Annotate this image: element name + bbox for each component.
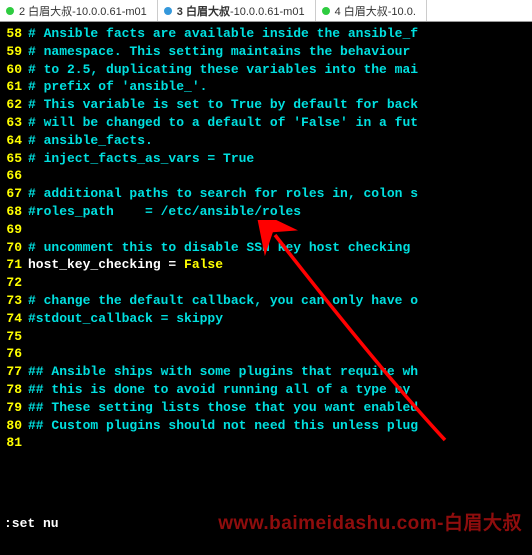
code-content: # ansible_facts. <box>28 132 153 150</box>
code-content: # prefix of 'ansible_'. <box>28 78 207 96</box>
line-number: 79 <box>0 399 28 417</box>
code-line[interactable]: 65# inject_facts_as_vars = True <box>0 150 532 168</box>
code-line[interactable]: 80## Custom plugins should not need this… <box>0 417 532 435</box>
code-line[interactable]: 81 <box>0 434 532 452</box>
code-line[interactable]: 72 <box>0 274 532 292</box>
code-content: ## Custom plugins should not need this u… <box>28 417 418 435</box>
code-content: #stdout_callback = skippy <box>28 310 223 328</box>
line-number: 81 <box>0 434 28 452</box>
code-content: # change the default callback, you can o… <box>28 292 418 310</box>
code-line[interactable]: 79## These setting lists those that you … <box>0 399 532 417</box>
code-line[interactable]: 70# uncomment this to disable SSH key ho… <box>0 239 532 257</box>
tab-0[interactable]: 2 白眉大叔-10.0.0.61-m01 <box>0 0 158 21</box>
line-number: 77 <box>0 363 28 381</box>
code-content: # uncomment this to disable SSH key host… <box>28 239 410 257</box>
code-line[interactable]: 61# prefix of 'ansible_'. <box>0 78 532 96</box>
line-number: 59 <box>0 43 28 61</box>
tab-1[interactable]: 3 白眉大叔-10.0.0.61-m01 <box>158 0 316 21</box>
code-line[interactable]: 59# namespace. This setting maintains th… <box>0 43 532 61</box>
tab-label: 2 白眉大叔-10.0.0.61-m01 <box>19 3 147 19</box>
line-number: 80 <box>0 417 28 435</box>
code-line[interactable]: 58# Ansible facts are available inside t… <box>0 25 532 43</box>
line-number: 71 <box>0 256 28 274</box>
code-line[interactable]: 60# to 2.5, duplicating these variables … <box>0 61 532 79</box>
line-number: 62 <box>0 96 28 114</box>
code-content: # inject_facts_as_vars = True <box>28 150 254 168</box>
code-line[interactable]: 71host_key_checking = False <box>0 256 532 274</box>
line-number: 73 <box>0 292 28 310</box>
line-number: 58 <box>0 25 28 43</box>
line-number: 72 <box>0 274 28 292</box>
line-number: 76 <box>0 345 28 363</box>
code-line[interactable]: 64# ansible_facts. <box>0 132 532 150</box>
line-number: 65 <box>0 150 28 168</box>
code-content: # additional paths to search for roles i… <box>28 185 418 203</box>
line-number: 68 <box>0 203 28 221</box>
code-content: ## These setting lists those that you wa… <box>28 399 418 417</box>
code-content: # will be changed to a default of 'False… <box>28 114 418 132</box>
line-number: 61 <box>0 78 28 96</box>
line-number: 63 <box>0 114 28 132</box>
code-line[interactable]: 76 <box>0 345 532 363</box>
code-line[interactable]: 62# This variable is set to True by defa… <box>0 96 532 114</box>
code-content: ## Ansible ships with some plugins that … <box>28 363 418 381</box>
line-number: 60 <box>0 61 28 79</box>
code-content: #roles_path = /etc/ansible/roles <box>28 203 301 221</box>
line-number: 70 <box>0 239 28 257</box>
line-number: 67 <box>0 185 28 203</box>
code-line[interactable]: 73# change the default callback, you can… <box>0 292 532 310</box>
code-content: ## this is done to avoid running all of … <box>28 381 418 399</box>
watermark: www.baimeidashu.com-白眉大叔 <box>218 508 522 535</box>
code-content: # to 2.5, duplicating these variables in… <box>28 61 418 79</box>
editor-area[interactable]: 58# Ansible facts are available inside t… <box>0 22 532 452</box>
line-number: 78 <box>0 381 28 399</box>
code-line[interactable]: 78## this is done to avoid running all o… <box>0 381 532 399</box>
status-dot-icon <box>6 7 14 15</box>
status-dot-icon <box>322 7 330 15</box>
line-number: 64 <box>0 132 28 150</box>
code-line[interactable]: 63# will be changed to a default of 'Fal… <box>0 114 532 132</box>
code-line[interactable]: 68#roles_path = /etc/ansible/roles <box>0 203 532 221</box>
tab-bar: 2 白眉大叔-10.0.0.61-m01 3 白眉大叔-10.0.0.61-m01… <box>0 0 532 22</box>
code-line[interactable]: 75 <box>0 328 532 346</box>
code-line[interactable]: 69 <box>0 221 532 239</box>
code-content: # namespace. This setting maintains the … <box>28 43 418 61</box>
line-number: 69 <box>0 221 28 239</box>
line-number: 74 <box>0 310 28 328</box>
tab-label: 3 白眉大叔-10.0.0.61-m01 <box>177 3 305 19</box>
line-number: 75 <box>0 328 28 346</box>
code-line[interactable]: 74#stdout_callback = skippy <box>0 310 532 328</box>
code-content: host_key_checking = False <box>28 256 223 274</box>
tab-2[interactable]: 4 白眉大叔-10.0. <box>316 0 427 21</box>
code-line[interactable]: 77## Ansible ships with some plugins tha… <box>0 363 532 381</box>
code-content: # This variable is set to True by defaul… <box>28 96 418 114</box>
tab-label: 4 白眉大叔-10.0. <box>335 3 416 19</box>
status-dot-icon <box>164 7 172 15</box>
status-line: :set nu <box>0 516 59 531</box>
line-number: 66 <box>0 167 28 185</box>
code-line[interactable]: 67# additional paths to search for roles… <box>0 185 532 203</box>
code-content: # Ansible facts are available inside the… <box>28 25 418 43</box>
code-line[interactable]: 66 <box>0 167 532 185</box>
